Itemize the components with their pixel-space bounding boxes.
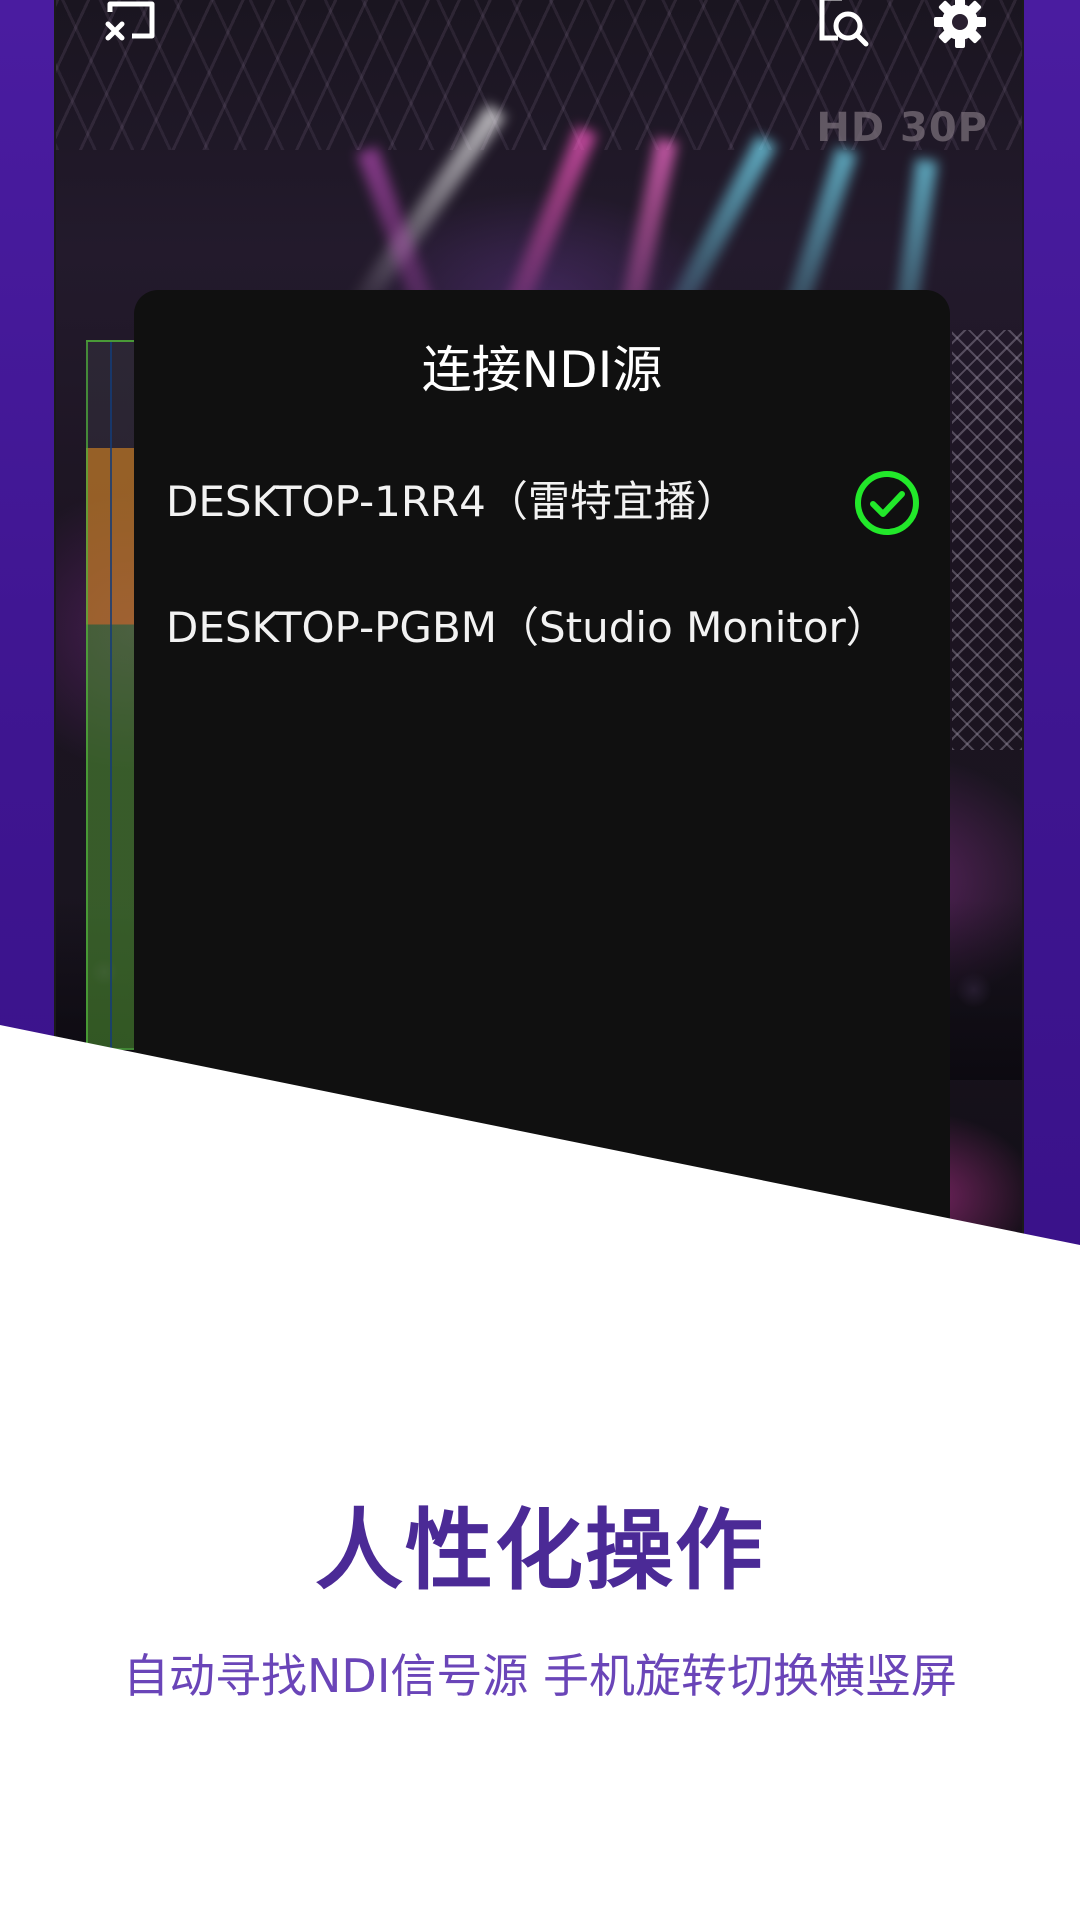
- promo-screen: HD 30P 连接NDI源 DESKTOP-1RR4（雷特宜播） DESKTOP…: [0, 0, 1080, 1920]
- promo-headline: 人性化操作: [314, 1499, 765, 1602]
- promo-subline: 自动寻找NDI信号源 手机旋转切换横竖屏: [122, 1649, 958, 1703]
- white-diagonal-panel: [0, 1025, 1080, 1920]
